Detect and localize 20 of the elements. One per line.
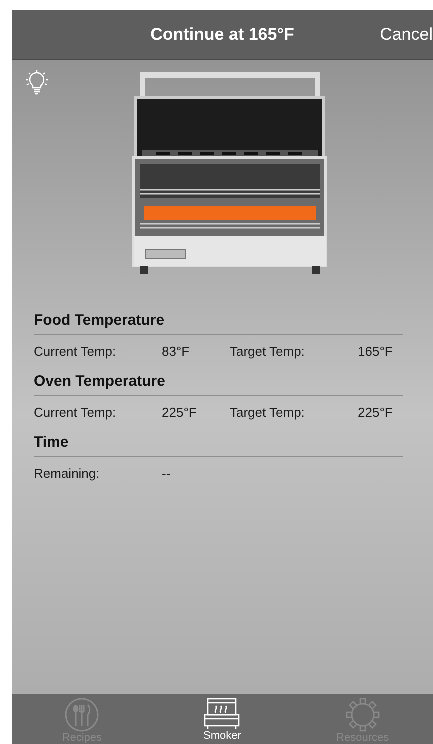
field-value: 83°F	[162, 344, 191, 359]
gear-icon	[346, 698, 380, 732]
field-value: 165°F	[358, 344, 394, 359]
nav-title: Continue at 165°F	[150, 24, 294, 44]
field-value: 225°F	[358, 405, 394, 420]
field-label: Target Temp:	[230, 405, 306, 420]
fork-knife-icon	[65, 698, 100, 732]
field-label: Remaining:	[34, 466, 101, 481]
section-title: Oven Temperature	[34, 367, 403, 396]
field-value: 225°F	[162, 405, 198, 420]
field-label: Current Temp:	[34, 344, 118, 359]
light-bulb-icon[interactable]	[26, 70, 48, 96]
cancel-button[interactable]: Cancel	[380, 24, 433, 44]
field-value: --	[162, 466, 172, 481]
smoker-icon	[204, 698, 240, 730]
field-label: Target Temp:	[230, 344, 306, 359]
section-title: Time	[34, 428, 403, 457]
tab[interactable]: Smoker	[172, 698, 272, 742]
field-label: Current Temp:	[34, 405, 118, 420]
section-title: Food Temperature	[34, 306, 403, 335]
